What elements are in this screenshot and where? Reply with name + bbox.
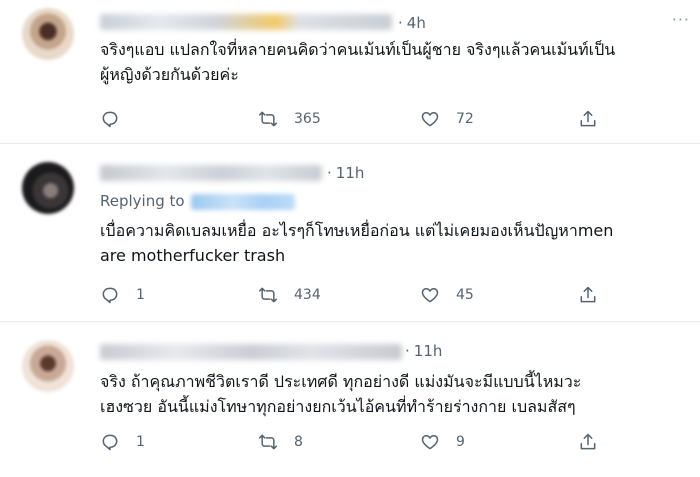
heart-icon [421,435,439,450]
tweet-text: จริงๆแอบ แปลกใจที่หลายคนคิดว่าคนเม้นท์เป… [100,40,616,84]
share-button[interactable] [578,108,598,130]
tweet-time[interactable]: 11h [336,164,365,182]
like-button[interactable]: 9 [420,431,465,453]
replying-to: Replying to [100,192,295,210]
like-button[interactable]: 45 [420,284,474,306]
reply-button[interactable]: 1 [100,284,145,306]
retweet-button[interactable]: 365 [258,108,321,130]
like-button[interactable]: 72 [420,108,474,130]
retweet-icon [258,434,278,450]
retweet-button[interactable]: 434 [258,284,321,306]
retweet-count: 8 [294,434,303,450]
like-count: 72 [456,111,474,127]
tweet[interactable]: · 4h ··· จริงๆแอบ แปลกใจที่หลายคนคิดว่าคน… [0,0,700,143]
like-count: 9 [456,434,465,450]
reply-count: 1 [136,434,145,450]
tweet-actions: 1 8 9 [100,431,620,453]
tweet-time[interactable]: 4h [407,14,426,32]
share-button[interactable] [578,431,598,453]
author-name-blurred[interactable] [100,165,322,181]
tweet-actions: 365 72 [100,108,620,130]
reply-icon [102,434,118,451]
tweet-actions: 1 434 45 [100,284,620,306]
reply-icon [102,287,118,304]
tweet-text: เบื่อความคิดเบลมเหยื่อ อะไรๆก็โทษเหยื่อก… [100,221,614,265]
retweet-count: 434 [294,287,321,303]
retweet-icon [258,287,278,303]
like-count: 45 [456,287,474,303]
tweet-text: จริง ถ้าคุณภาพชีวิตเราดี ประเทศดี ทุกอย่… [100,372,582,416]
tweet-meta: · 11h [405,342,443,360]
share-icon [580,286,596,303]
share-button[interactable] [578,284,598,306]
heart-icon [421,288,439,303]
reply-count: 1 [136,287,145,303]
avatar[interactable] [22,8,74,60]
replied-handle-blurred[interactable] [190,193,295,210]
retweet-count: 365 [294,111,321,127]
retweet-button[interactable]: 8 [258,431,303,453]
retweet-icon [258,111,278,127]
reply-button[interactable]: 1 [100,431,145,453]
author-name-blurred[interactable] [100,344,402,360]
avatar[interactable] [22,162,74,214]
share-icon [580,433,596,450]
share-icon [580,110,596,127]
more-icon[interactable]: ··· [672,10,690,29]
reply-icon [102,111,118,128]
replying-to-label: Replying to [100,192,185,210]
avatar[interactable] [22,340,74,392]
tweet-time[interactable]: 11h [414,342,443,360]
heart-icon [421,112,439,127]
tweet-meta: · 11h [327,164,365,182]
tweet-meta: · 4h [398,14,426,32]
author-name-blurred[interactable] [100,14,392,30]
reply-button[interactable] [100,108,136,130]
